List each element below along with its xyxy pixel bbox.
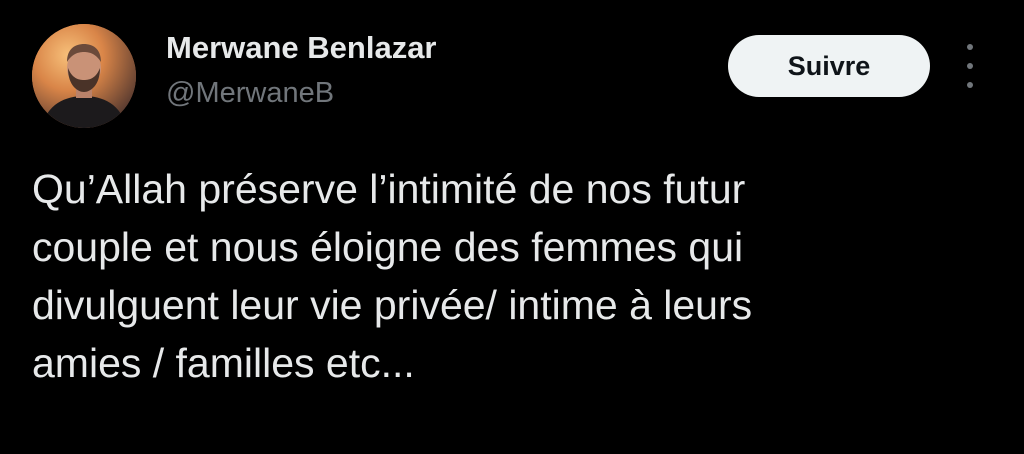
author-handle[interactable]: @MerwaneB xyxy=(166,77,334,110)
tweet-text-line: divulguent leur vie privée/ intime à leu… xyxy=(32,282,753,328)
more-dot xyxy=(967,63,973,69)
more-dot xyxy=(967,44,973,50)
more-dot xyxy=(967,82,973,88)
tweet-text: Qu’Allah préserve l’intimité de nos futu… xyxy=(32,160,992,392)
tweet-card: Merwane Benlazar @MerwaneB Suivre Qu’All… xyxy=(0,0,1024,454)
follow-button[interactable]: Suivre xyxy=(728,35,930,97)
more-vertical-icon[interactable] xyxy=(958,44,982,88)
avatar[interactable] xyxy=(32,24,136,128)
tweet-text-line: couple et nous éloigne des femmes qui xyxy=(32,224,744,270)
profile-photo-icon xyxy=(32,24,136,128)
tweet-text-line: amies / familles etc... xyxy=(32,340,415,386)
tweet-text-line: Qu’Allah préserve l’intimité de nos futu… xyxy=(32,166,746,212)
author-name[interactable]: Merwane Benlazar xyxy=(166,30,437,66)
